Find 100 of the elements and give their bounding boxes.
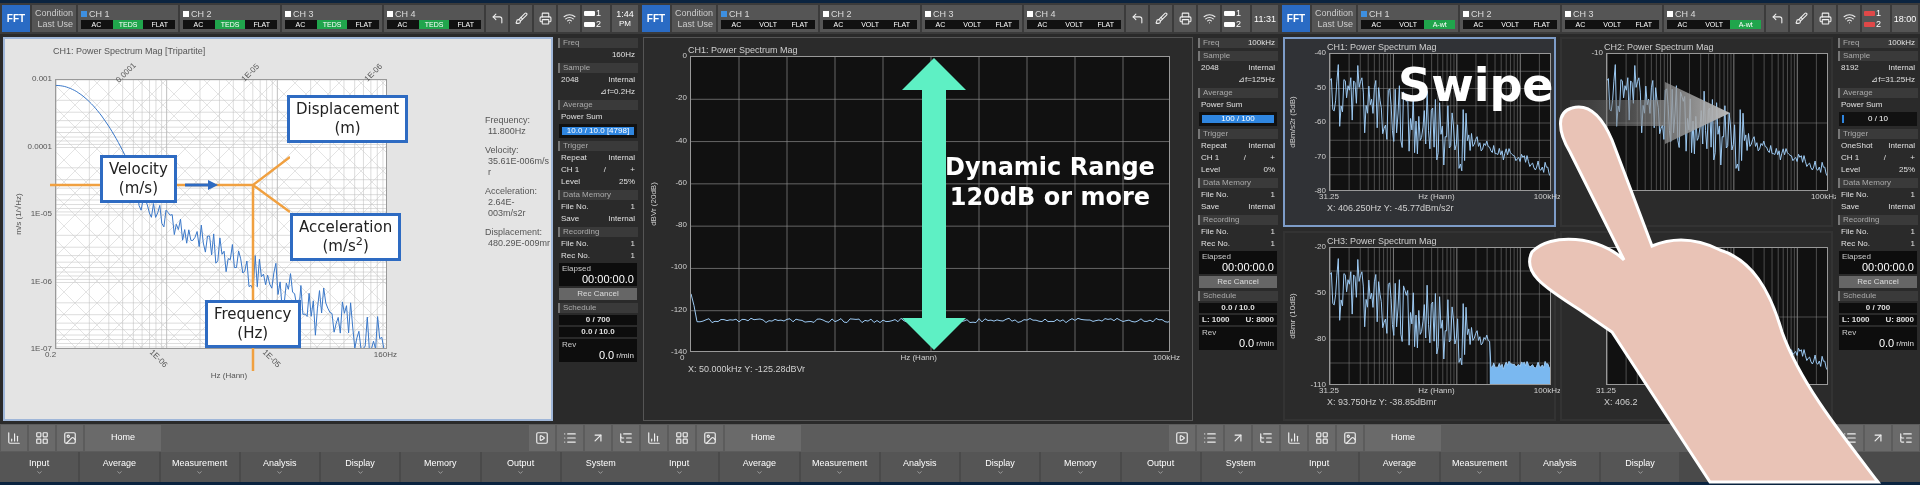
menu-item[interactable]: Memory: [401, 452, 480, 482]
brush-icon[interactable]: [510, 5, 533, 32]
return-icon[interactable]: [1126, 5, 1149, 32]
caret-icon: [276, 469, 284, 476]
setting-value: Internal: [608, 153, 635, 163]
section-title: Data Memory: [1843, 178, 1891, 188]
grid-icon[interactable]: [1309, 425, 1335, 451]
menu-item[interactable]: Analysis: [880, 452, 959, 482]
menu-item[interactable]: Input: [640, 452, 719, 482]
tree-list-icon[interactable]: [1253, 425, 1279, 451]
condition-button[interactable]: Condition Last Use: [672, 5, 717, 32]
menu-item[interactable]: Display: [1601, 452, 1680, 482]
bar-chart-icon[interactable]: [1, 425, 27, 451]
y-tick-label: -140: [671, 346, 687, 356]
channel-checkbox[interactable]: [1463, 10, 1470, 17]
rec-cancel-button[interactable]: Rec Cancel: [559, 288, 637, 300]
bar-chart-icon[interactable]: [641, 425, 667, 451]
setting-value: /: [1883, 153, 1886, 163]
setting-value: Repeat: [1201, 141, 1227, 151]
list-icon[interactable]: [557, 425, 583, 451]
menu-item[interactable]: Output: [481, 452, 560, 482]
channel-checkbox[interactable]: [1027, 10, 1034, 17]
grid-icon[interactable]: [29, 425, 55, 451]
home-tab[interactable]: Home: [725, 425, 801, 451]
menu-item[interactable]: Display: [961, 452, 1040, 482]
bar-chart-icon[interactable]: [1281, 425, 1307, 451]
condition-button[interactable]: Condition Last Use: [1312, 5, 1357, 32]
setting-value: 1: [1270, 227, 1275, 237]
return-icon[interactable]: [1766, 5, 1789, 32]
image-icon[interactable]: [57, 425, 83, 451]
channel-checkbox[interactable]: [1361, 10, 1368, 17]
caret-icon: [1157, 469, 1165, 476]
channel-checkbox[interactable]: [1667, 10, 1674, 17]
menu-item[interactable]: Average: [80, 452, 159, 482]
channel-checkbox[interactable]: [285, 10, 292, 17]
y-axis-label: dBVr (20dB): [648, 182, 659, 226]
channel-checkbox[interactable]: [387, 10, 394, 17]
channel-checkbox[interactable]: [81, 10, 88, 17]
play-icon[interactable]: [529, 425, 555, 451]
y-tick-label: -120: [671, 304, 687, 315]
x-tick-label: 31.25: [1596, 385, 1617, 396]
menu-item[interactable]: Input: [1280, 452, 1359, 482]
battery-label: 2: [1236, 19, 1242, 29]
channel-name: CH 2: [191, 8, 212, 19]
image-icon[interactable]: [697, 425, 723, 451]
progress-label: 0 / 10: [1867, 113, 1889, 125]
rec-cancel-button[interactable]: Rec Cancel: [1839, 276, 1917, 288]
list-icon[interactable]: [1197, 425, 1223, 451]
menu-item[interactable]: Average: [1360, 452, 1439, 482]
menu-item[interactable]: System: [561, 452, 640, 482]
image-icon[interactable]: [1337, 425, 1363, 451]
wifi-icon[interactable]: [1838, 5, 1861, 32]
readout-label: Velocity:: [485, 145, 520, 156]
tree-list-icon[interactable]: [1893, 425, 1919, 451]
caret-icon: [916, 469, 924, 476]
printer-icon[interactable]: [534, 5, 557, 32]
wifi-icon[interactable]: [558, 5, 581, 32]
section-title: Schedule: [1203, 291, 1237, 301]
condition-button[interactable]: Condition Last Use: [32, 5, 77, 32]
menu-item[interactable]: Average: [720, 452, 799, 482]
menu-item[interactable]: Output: [1121, 452, 1200, 482]
channel-name: CH 4: [1035, 8, 1056, 19]
menu-item[interactable]: Memory: [1041, 452, 1120, 482]
setting-value: Power Sum: [561, 112, 603, 122]
setting-value: 1: [630, 251, 635, 261]
channel-checkbox[interactable]: [925, 10, 932, 17]
return-icon[interactable]: [486, 5, 509, 32]
channel-checkbox[interactable]: [1565, 10, 1572, 17]
tree-list-icon[interactable]: [613, 425, 639, 451]
menu-item[interactable]: Input: [0, 452, 79, 482]
menu-item[interactable]: System: [1201, 452, 1280, 482]
rec-cancel-button[interactable]: Rec Cancel: [1199, 276, 1277, 288]
setting-value: Repeat: [561, 153, 587, 163]
printer-icon[interactable]: [1814, 5, 1837, 32]
brush-icon[interactable]: [1150, 5, 1173, 32]
wifi-icon[interactable]: [1198, 5, 1221, 32]
schedule-value: L: 1000: [1202, 315, 1230, 325]
grid-icon[interactable]: [669, 425, 695, 451]
readout-label: Elapsed: [1202, 252, 1232, 261]
setting-value: Internal: [1248, 63, 1275, 73]
channel-checkbox[interactable]: [183, 10, 190, 17]
channel-checkbox[interactable]: [721, 10, 728, 17]
menu-item[interactable]: Display: [321, 452, 400, 482]
play-icon[interactable]: [1169, 425, 1195, 451]
channel-checkbox[interactable]: [823, 10, 830, 17]
y-tick-label: -100: [671, 262, 687, 273]
home-tab[interactable]: Home: [1365, 425, 1441, 451]
schedule-value: U: 8000: [1885, 315, 1914, 325]
menu-item[interactable]: Analysis: [1520, 452, 1599, 482]
y-tick-label: -20: [1314, 242, 1326, 252]
menu-item[interactable]: Measurement: [160, 452, 239, 482]
menu-item[interactable]: Analysis: [240, 452, 319, 482]
menu-item[interactable]: Measurement: [800, 452, 879, 482]
printer-icon[interactable]: [1174, 5, 1197, 32]
menu-item[interactable]: Measurement: [1440, 452, 1519, 482]
home-tab[interactable]: Home: [85, 425, 161, 451]
setting-value: 100kHz: [1247, 38, 1275, 48]
y-tick-label: -110: [1310, 380, 1326, 389]
brush-icon[interactable]: [1790, 5, 1813, 32]
callout-box: Acceleration (m/s$^{2}$): [290, 213, 402, 261]
